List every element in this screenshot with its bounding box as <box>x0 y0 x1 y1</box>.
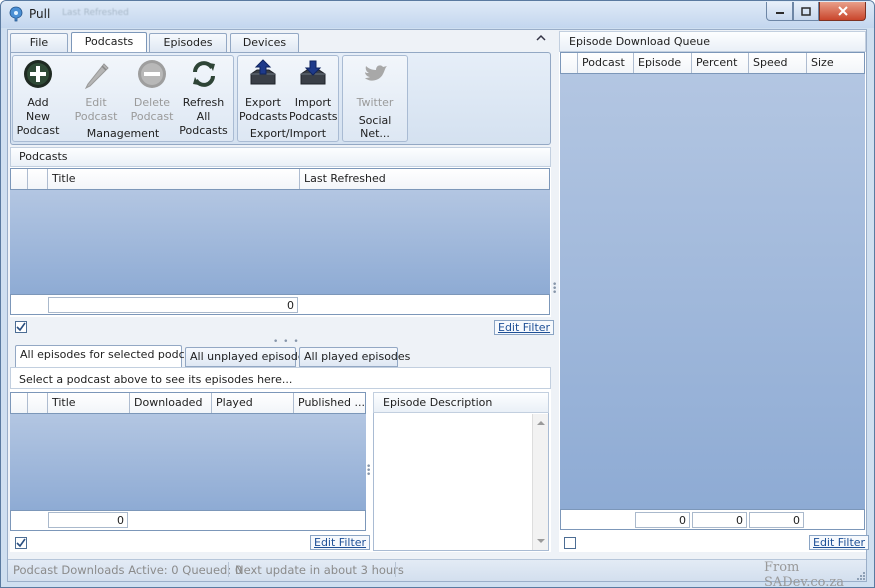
tab-played-episodes[interactable]: All played episodes <box>299 347 410 367</box>
column-header-title[interactable]: Title <box>48 393 130 413</box>
select-column <box>28 169 48 189</box>
main-vertical-splitter[interactable]: • • • <box>552 281 557 298</box>
queue-total-speed: 0 <box>692 512 747 528</box>
select-column <box>28 393 48 413</box>
column-header-published[interactable]: Published ... <box>294 393 365 413</box>
close-button[interactable] <box>819 2 866 21</box>
podcasts-grid-header: Title Last Refreshed <box>10 168 550 190</box>
remove-icon <box>138 60 166 88</box>
podcasts-edit-filter-link[interactable]: Edit Filter <box>494 320 555 335</box>
add-icon <box>24 60 52 88</box>
column-header-played[interactable]: Played <box>212 393 294 413</box>
episodes-grid-header: Title Downloaded Played Published ... <box>10 392 366 414</box>
column-header-last-refreshed[interactable]: Last Refreshed <box>300 169 549 189</box>
twitter-bird-icon <box>365 65 387 81</box>
check-icon <box>16 322 26 332</box>
minimize-button[interactable] <box>766 2 793 21</box>
description-scrollbar[interactable] <box>532 414 548 550</box>
column-header-title[interactable]: Title <box>48 169 300 189</box>
tab-devices[interactable]: Devices <box>230 33 299 52</box>
status-separator <box>395 562 396 577</box>
episodes-edit-filter-link[interactable]: Edit Filter <box>310 535 371 550</box>
add-new-podcast-button[interactable]: Add New Podcast <box>14 58 62 138</box>
maximize-button[interactable] <box>793 2 819 21</box>
column-header-speed[interactable]: Speed <box>749 53 807 73</box>
column-header-size[interactable]: Size <box>807 53 864 73</box>
episodes-grid-body[interactable] <box>10 414 366 510</box>
queue-grid-body[interactable] <box>560 74 865 509</box>
pull-app-icon <box>9 6 23 22</box>
podcasts-count: 0 <box>48 297 298 313</box>
podcasts-grid-body[interactable] <box>10 190 550 294</box>
group-label-export-import: Export/Import <box>249 127 327 140</box>
status-downloads: Podcast Downloads Active: 0 Queued: 0 <box>13 563 243 577</box>
column-header-downloaded[interactable]: Downloaded <box>130 393 212 413</box>
import-podcasts-button[interactable]: Import Podcasts <box>289 58 338 124</box>
maximize-icon <box>801 6 811 16</box>
delete-podcast-button[interactable]: Delete Podcast <box>130 58 174 124</box>
podcasts-filter-checkbox[interactable] <box>15 321 27 333</box>
check-icon <box>16 538 26 548</box>
group-label-social: Social Net... <box>358 114 392 140</box>
status-separator <box>228 562 229 577</box>
edit-podcast-button[interactable]: Edit Podcast <box>64 58 128 124</box>
podcasts-section-header <box>10 147 551 167</box>
episodes-count: 0 <box>48 512 128 528</box>
export-icon <box>250 59 276 85</box>
pencil-icon <box>84 63 109 90</box>
ribbon-collapse-icon[interactable] <box>536 34 546 45</box>
queue-filter-checkbox[interactable] <box>564 537 576 549</box>
tab-unplayed-episodes[interactable]: All unplayed episodes <box>185 347 310 367</box>
scroll-down-icon[interactable] <box>533 536 549 546</box>
queue-grid-header: Podcast Episode Percent Speed Size <box>560 52 865 74</box>
horizontal-splitter-handle[interactable]: • • • <box>273 337 300 347</box>
queue-edit-filter-link[interactable]: Edit Filter <box>809 535 870 550</box>
episodes-vertical-splitter[interactable]: • • • <box>366 463 371 480</box>
resize-grip-icon[interactable] <box>856 571 866 581</box>
episodes-hint: Select a podcast above to see its episod… <box>19 373 293 386</box>
window-title-extra: Last Refreshed <box>62 8 129 18</box>
close-icon <box>837 6 848 16</box>
row-indicator-column <box>11 169 28 189</box>
row-indicator-column <box>11 393 28 413</box>
import-icon <box>300 60 326 85</box>
export-podcasts-button[interactable]: Export Podcasts <box>239 58 288 124</box>
episode-description-title: Episode Description <box>383 396 493 409</box>
row-indicator-column <box>561 53 578 73</box>
tab-podcasts[interactable]: Podcasts <box>71 32 147 52</box>
column-header-podcast[interactable]: Podcast <box>578 53 634 73</box>
status-next-update: Next update in about 3 hours <box>235 563 404 577</box>
column-header-episode[interactable]: Episode <box>634 53 692 73</box>
queue-total-percent: 0 <box>635 512 690 528</box>
column-header-percent[interactable]: Percent <box>692 53 749 73</box>
episode-description-panel <box>373 392 549 551</box>
episodes-filter-checkbox[interactable] <box>15 537 27 549</box>
refresh-icon <box>192 61 215 87</box>
tab-all-episodes[interactable]: All episodes for selected podcast <box>15 345 201 368</box>
queue-section-title: Episode Download Queue <box>569 35 711 48</box>
minimize-icon <box>775 12 784 14</box>
queue-total-size: 0 <box>749 512 804 528</box>
podcasts-section-title: Podcasts <box>19 150 68 163</box>
tab-file[interactable]: File <box>10 33 68 52</box>
twitter-button[interactable]: Twitter <box>346 58 404 110</box>
tab-episodes[interactable]: Episodes <box>149 33 227 52</box>
refresh-all-podcasts-button[interactable]: Refresh All Podcasts <box>175 58 232 138</box>
window-title: Pull <box>29 7 51 21</box>
scroll-up-icon[interactable] <box>533 418 549 428</box>
